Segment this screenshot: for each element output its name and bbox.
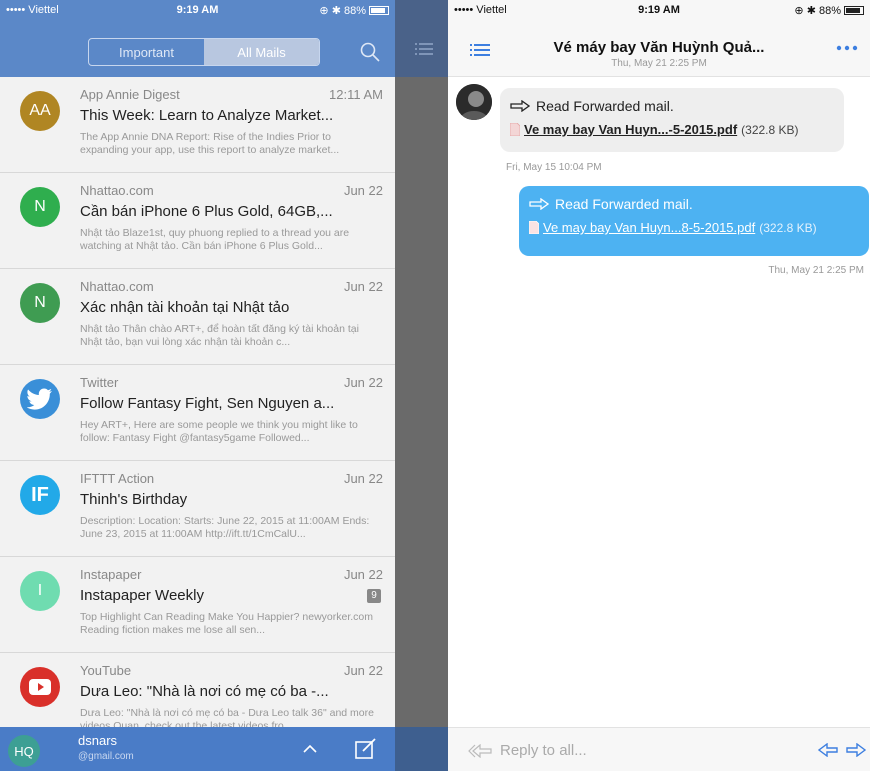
- sender-avatar: N: [20, 283, 60, 323]
- mail-date: 12:11 AM: [329, 87, 383, 102]
- mail-sender: Instapaper: [80, 567, 142, 582]
- conversation-panel: ••••• Viettel 9:19 AM ⊕ ✱ 88% Vé máy bay…: [448, 0, 870, 771]
- status-bar-left: ••••• Viettel 9:19 AM ⊕ ✱ 88%: [0, 0, 395, 22]
- chevron-up-icon[interactable]: [300, 739, 320, 759]
- mail-sender: IFTTT Action: [80, 471, 155, 486]
- mail-date: Jun 22: [343, 279, 383, 294]
- tab-all-mails[interactable]: All Mails: [204, 39, 319, 65]
- status-right: ⊕ ✱ 88%: [794, 4, 864, 17]
- unread-count-badge: 9: [367, 589, 381, 603]
- attachment-link[interactable]: Ve may bay Van Huyn...8-5-2015.pdf: [543, 220, 755, 235]
- attachment-row: Ve may bay Van Huyn...8-5-2015.pdf (322.…: [529, 220, 859, 235]
- mail-item[interactable]: IF IFTTT Action Jun 22 Thinh's Birthday …: [0, 461, 395, 557]
- divider-footer: [395, 727, 448, 771]
- incoming-message-bubble[interactable]: Read Forwarded mail. Ve may bay Van Huyn…: [500, 88, 844, 152]
- forward-arrow-icon: [510, 100, 530, 112]
- forward-line: Read Forwarded mail.: [529, 194, 859, 214]
- battery-percent: 88%: [343, 5, 366, 17]
- mail-list-toggle-icon[interactable]: [470, 43, 490, 57]
- mail-list: AA App Annie Digest 12:11 AM This Week: …: [0, 77, 395, 749]
- message-timestamp: Thu, May 21 2:25 PM: [768, 265, 864, 276]
- mail-list-header: ••••• Viettel 9:19 AM ⊕ ✱ 88% Important …: [0, 0, 395, 77]
- attachment-size: (322.8 KB): [759, 220, 817, 235]
- mail-sender: YouTube: [80, 663, 132, 678]
- battery-icon: [844, 6, 864, 15]
- panel-divider-overlay: [395, 0, 448, 771]
- reply-all-icon: [468, 744, 492, 758]
- account-email: @gmail.com: [78, 751, 134, 762]
- reply-bar: Reply to all...: [448, 727, 870, 771]
- mail-preview: Hey ART+, Here are some people we think …: [80, 419, 358, 444]
- sender-avatar: I: [20, 571, 60, 611]
- conversation-header: ••••• Viettel 9:19 AM ⊕ ✱ 88% Vé máy bay…: [448, 0, 870, 77]
- forward-line: Read Forwarded mail.: [510, 96, 834, 116]
- reply-icon[interactable]: [818, 743, 838, 757]
- mail-subject: Instapaper Weekly: [80, 587, 204, 604]
- mail-subject: Follow Fantasy Fight, Sen Nguyen a...: [80, 395, 335, 412]
- conversation-title: Vé máy bay Văn Huỳnh Quả...: [553, 39, 765, 56]
- attachment-row: Ve may bay Van Huyn...-5-2015.pdf (322.8…: [510, 122, 834, 137]
- status-right: ⊕ ✱ 88%: [319, 4, 389, 17]
- mail-date: Jun 22: [343, 471, 383, 486]
- mail-list-panel: ••••• Viettel 9:19 AM ⊕ ✱ 88% Important …: [0, 0, 395, 771]
- list-icon: [415, 43, 433, 55]
- forward-label: Read Forwarded mail.: [536, 98, 674, 114]
- sender-avatar: AA: [20, 91, 60, 131]
- conversation-date: Thu, May 21 2:25 PM: [611, 58, 707, 69]
- mail-sender: Twitter: [80, 375, 119, 390]
- attachment-link[interactable]: Ve may bay Van Huyn...-5-2015.pdf: [524, 122, 737, 137]
- mail-preview: Top Highlight Can Reading Make You Happi…: [80, 611, 374, 636]
- more-options-icon[interactable]: [836, 44, 858, 52]
- forward-label: Read Forwarded mail.: [555, 196, 693, 212]
- mail-date: Jun 22: [343, 183, 383, 198]
- mail-sender: Nhattao.com: [80, 183, 154, 198]
- sender-avatar: N: [20, 187, 60, 227]
- mail-sender: Nhattao.com: [80, 279, 154, 294]
- mail-filter-segmented-control: Important All Mails: [88, 38, 320, 66]
- mail-item[interactable]: I Instapaper Jun 22 Instapaper Weekly 9 …: [0, 557, 395, 653]
- forward-icon[interactable]: [846, 743, 866, 757]
- youtube-icon: [20, 667, 60, 707]
- compose-icon[interactable]: [354, 737, 378, 761]
- tab-important[interactable]: Important: [89, 39, 204, 65]
- mail-preview: The App Annie DNA Report: Rise of the In…: [80, 131, 340, 156]
- mail-preview: Description: Location: Starts: June 22, …: [80, 515, 370, 540]
- battery-percent: 88%: [818, 5, 841, 17]
- mail-item[interactable]: AA App Annie Digest 12:11 AM This Week: …: [0, 77, 395, 173]
- mail-subject: Dưa Leo: "Nhà là nơi có mẹ có ba -...: [80, 683, 329, 700]
- mail-preview: Nhật tảo Thân chào ART+, để hoàn tất đăn…: [80, 323, 359, 348]
- sender-avatar: IF: [20, 475, 60, 515]
- account-name: dsnars: [78, 733, 118, 748]
- divider-header: [395, 0, 448, 77]
- mail-preview: Nhật tảo Blaze1st, quy phuong replied to…: [80, 227, 350, 252]
- youtube-play-glyph: [29, 679, 51, 695]
- status-bar-right: ••••• Viettel 9:19 AM ⊕ ✱ 88%: [448, 0, 870, 22]
- mail-subject: This Week: Learn to Analyze Market...: [80, 107, 334, 124]
- pdf-file-icon: [510, 123, 520, 136]
- mail-date: Jun 22: [343, 567, 383, 582]
- account-avatar[interactable]: HQ: [8, 735, 40, 767]
- mail-subject: Thinh's Birthday: [80, 491, 188, 508]
- mail-item[interactable]: N Nhattao.com Jun 22 Cần bán iPhone 6 Pl…: [0, 173, 395, 269]
- account-bar: HQ dsnars @gmail.com: [0, 727, 395, 771]
- message-timestamp: Fri, May 15 10:04 PM: [506, 162, 602, 173]
- person-photo-icon: [456, 84, 492, 120]
- outgoing-message-bubble[interactable]: Read Forwarded mail. Ve may bay Van Huyn…: [519, 186, 869, 256]
- mail-sender: App Annie Digest: [80, 87, 180, 102]
- sender-photo-avatar: [456, 84, 492, 120]
- mail-date: Jun 22: [343, 375, 383, 390]
- forward-arrow-icon: [529, 198, 549, 210]
- pdf-file-icon: [529, 221, 539, 234]
- mail-item[interactable]: Twitter Jun 22 Follow Fantasy Fight, Sen…: [0, 365, 395, 461]
- mail-subject: Xác nhận tài khoản tại Nhật tảo: [80, 299, 290, 316]
- search-icon[interactable]: [359, 41, 381, 63]
- mail-item[interactable]: N Nhattao.com Jun 22 Xác nhận tài khoản …: [0, 269, 395, 365]
- twitter-bird-glyph: [27, 388, 52, 410]
- mail-subject: Cần bán iPhone 6 Plus Gold, 64GB,...: [80, 203, 333, 220]
- attachment-size: (322.8 KB): [741, 122, 799, 137]
- reply-all-input[interactable]: Reply to all...: [500, 742, 587, 759]
- battery-icon: [369, 6, 389, 15]
- twitter-bird-icon: [20, 379, 60, 419]
- mail-date: Jun 22: [343, 663, 383, 678]
